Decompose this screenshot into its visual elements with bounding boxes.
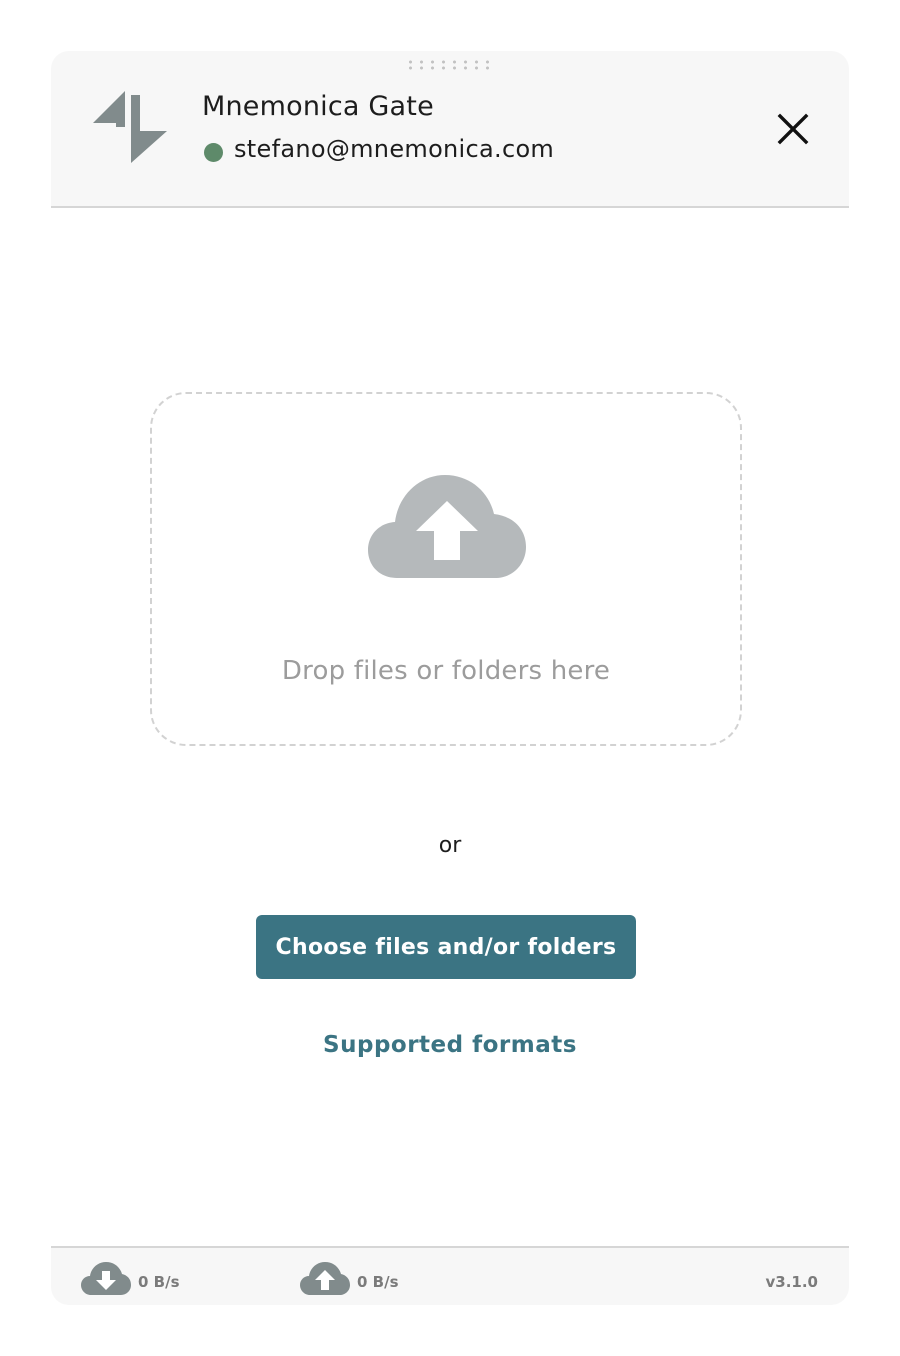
cloud-download-icon <box>81 1262 131 1295</box>
close-icon[interactable] <box>773 109 813 149</box>
upload-rate: 0 B/s <box>357 1273 399 1291</box>
status-footer: 0 B/s 0 B/s v3.1.0 <box>51 1246 849 1305</box>
choose-files-button[interactable]: Choose files and/or folders <box>256 915 636 979</box>
supported-formats-link[interactable]: Supported formats <box>51 1032 849 1058</box>
file-dropzone[interactable]: Drop files or folders here <box>150 392 742 746</box>
user-email: stefano@mnemonica.com <box>234 135 555 163</box>
app-window: Mnemonica Gate stefano@mnemonica.com Dro… <box>51 51 849 1305</box>
mnemonica-logo-icon <box>93 91 167 163</box>
app-version: v3.1.0 <box>765 1273 819 1291</box>
cloud-upload-icon <box>368 475 526 578</box>
cloud-upload-icon <box>300 1262 350 1295</box>
drag-handle[interactable] <box>405 59 493 71</box>
download-rate: 0 B/s <box>138 1273 180 1291</box>
dropzone-label: Drop files or folders here <box>281 656 611 686</box>
or-separator: or <box>438 833 462 858</box>
app-title: Mnemonica Gate <box>202 91 434 122</box>
connection-status-dot <box>204 143 223 162</box>
header-bar: Mnemonica Gate stefano@mnemonica.com <box>51 51 849 208</box>
